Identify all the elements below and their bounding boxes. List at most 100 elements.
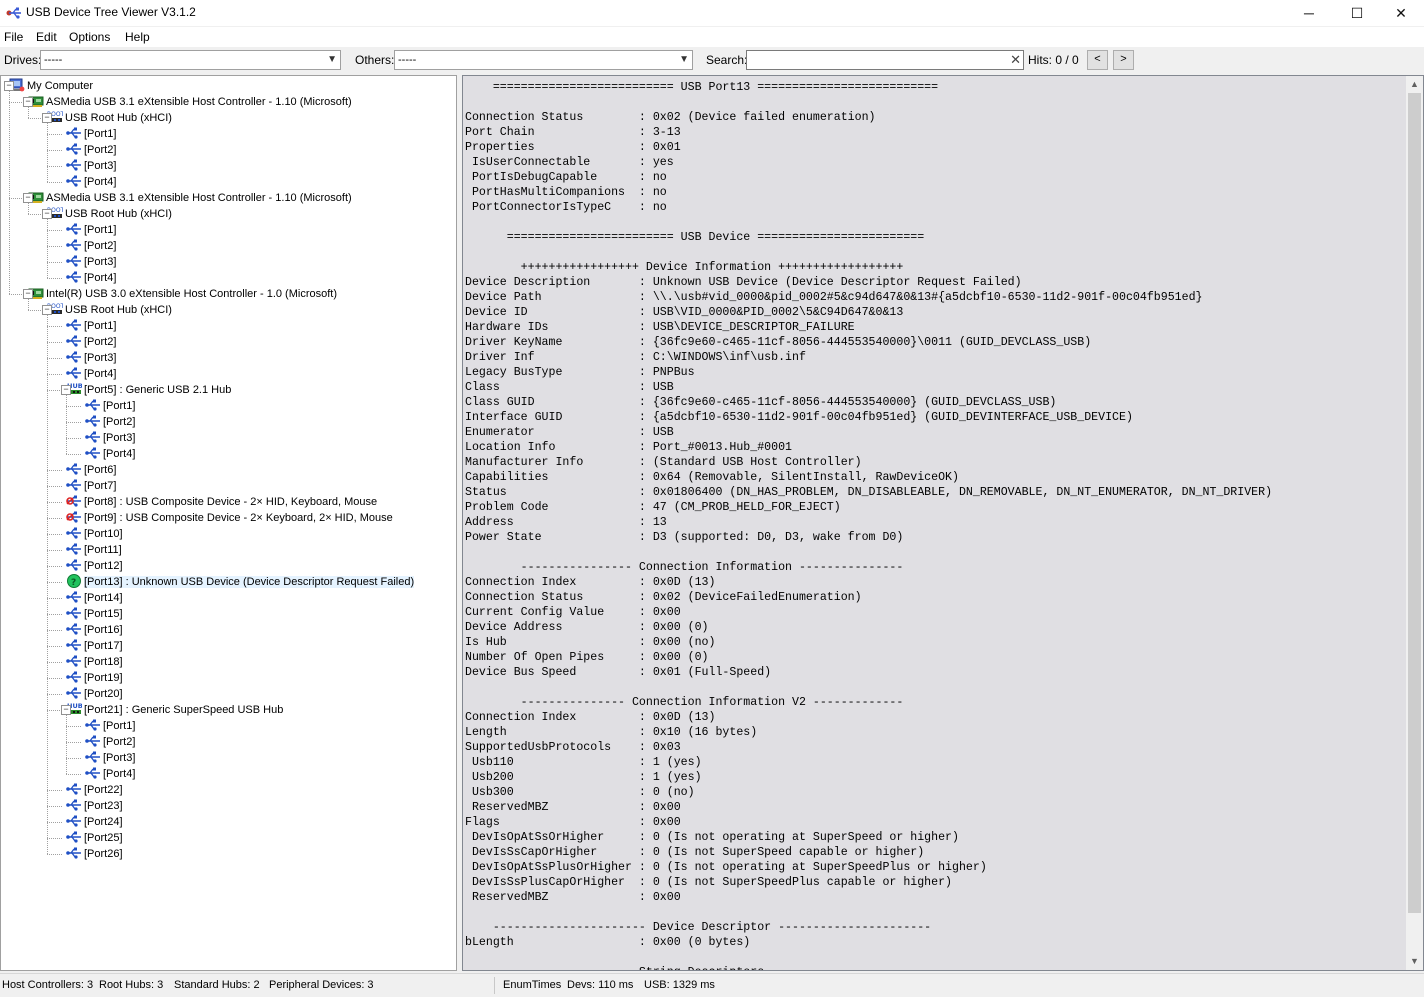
minimize-button[interactable]: ─ [1286,0,1332,26]
tree-item[interactable]: [Port8] : USB Composite Device - 2× HID,… [66,494,377,510]
tree-item[interactable]: [Port24] [66,814,123,830]
details-text[interactable]: ========================== USB Port13 ==… [465,80,1405,970]
tree-item[interactable]: ASMedia USB 3.1 eXtensible Host Controll… [28,190,352,206]
details-line: Driver KeyName : {36fc9e60-c465-11cf-805… [465,336,1092,349]
collapse-toggle-icon[interactable]: − [61,705,71,715]
tree-item[interactable]: [Port1] [85,398,135,414]
tree-item[interactable]: [Port1] [85,718,135,734]
tree-item[interactable]: [Port22] [66,782,123,798]
details-panel[interactable]: ========================== USB Port13 ==… [462,75,1424,971]
tree-item[interactable]: [Port1] [66,126,116,142]
details-line: Connection Index : 0x0D (13) [465,711,716,724]
tree-item-label: ASMedia USB 3.1 eXtensible Host Controll… [46,96,352,109]
tree-item[interactable]: [Port23] [66,798,123,814]
details-line [465,215,1405,230]
vertical-scrollbar[interactable]: ▲ ▼ [1406,76,1423,970]
tree-item[interactable]: [Port2] [85,414,135,430]
tree-item-label: [Port3] [84,352,117,365]
details-line [465,680,1405,695]
menu-file[interactable]: File [4,30,23,44]
details-line: Address : 13 [465,516,667,529]
tree-item[interactable]: [Port3] [85,750,135,766]
drives-combo[interactable]: ----- ▼ [40,50,341,70]
tree-item[interactable]: [Port14] [66,590,123,606]
tree-item[interactable]: [Port26] [66,846,123,862]
tree-item[interactable]: ROOT USB Root Hub (xHCI) [47,206,172,222]
tree-item[interactable]: [Port11] [66,542,122,558]
tree-item[interactable]: [Port3] [85,430,135,446]
close-button[interactable]: ✕ [1378,0,1424,26]
tree-connector-line [47,358,62,359]
tree-item[interactable]: [Port4] [85,446,135,462]
tree-item-label: [Port2] [84,144,117,157]
collapse-toggle-icon[interactable]: − [42,305,52,315]
details-line: Manufacturer Info : (Standard USB Host C… [465,456,862,469]
tree-item[interactable]: [Port2] [66,142,116,158]
scroll-up-icon[interactable]: ▲ [1406,76,1423,93]
tree-item[interactable]: [Port3] [66,254,116,270]
tree-item[interactable]: [Port17] [66,638,123,654]
maximize-button[interactable]: ☐ [1334,0,1380,26]
tree-item[interactable]: [Port4] [66,174,116,190]
tree-item[interactable]: My Computer [9,78,93,94]
tree-item[interactable]: ROOT USB Root Hub (xHCI) [47,110,172,126]
tree-connector-line [47,662,62,663]
tree-item[interactable]: [Port2] [66,334,116,350]
scroll-thumb[interactable] [1408,93,1421,913]
tree-item[interactable]: [Port10] [66,526,123,542]
tree-item[interactable]: HUB [Port21] : Generic SuperSpeed USB Hub [66,702,283,718]
collapse-toggle-icon[interactable]: − [23,97,33,107]
menu-edit[interactable]: Edit [36,30,57,44]
tree-item[interactable]: [Port15] [66,606,123,622]
tree-item[interactable]: [Port3] [66,158,116,174]
tree-connector-line [47,838,62,839]
tree-item[interactable]: [Port1] [66,222,116,238]
devs-time: Devs: 110 ms [567,979,634,991]
tree-item[interactable]: [Port25] [66,830,123,846]
tree-item-selected[interactable]: ? [Port13] : Unknown USB Device (Device D… [66,574,415,590]
tree-item[interactable]: [Port9] : USB Composite Device - 2× Keyb… [66,510,393,526]
device-tree[interactable]: My Computer − ASMedia USB 3.1 eXtensible H… [0,75,457,971]
tree-item[interactable]: [Port20] [66,686,123,702]
tree-connector-line [47,518,62,519]
details-line: Interface GUID : {a5dcbf10-6530-11d2-901… [465,411,1133,424]
tree-item[interactable]: [Port2] [85,734,135,750]
tree-item[interactable]: [Port1] [66,318,116,334]
collapse-toggle-icon[interactable]: − [61,385,71,395]
tree-item[interactable]: [Port12] [66,558,123,574]
tree-item[interactable]: Intel(R) USB 3.0 eXtensible Host Control… [28,286,337,302]
tree-item[interactable]: ASMedia USB 3.1 eXtensible Host Controll… [28,94,352,110]
collapse-toggle-icon[interactable]: − [42,209,52,219]
collapse-toggle-icon[interactable]: − [23,289,33,299]
tree-item[interactable]: [Port4] [66,366,116,382]
tree-item[interactable]: [Port3] [66,350,116,366]
tree-item[interactable]: [Port4] [66,270,116,286]
scroll-down-icon[interactable]: ▼ [1406,953,1423,970]
tree-item[interactable]: [Port4] [85,766,135,782]
tree-item[interactable]: [Port19] [66,670,123,686]
details-line: ======================== USB Device ====… [465,231,925,244]
collapse-toggle-icon[interactable]: − [4,81,14,91]
next-hit-button[interactable]: > [1113,50,1134,70]
collapse-toggle-icon[interactable]: − [23,193,33,203]
previous-hit-button[interactable]: < [1087,50,1108,70]
tree-item-label: [Port21] : Generic SuperSpeed USB Hub [84,704,284,717]
collapse-toggle-icon[interactable]: − [42,113,52,123]
tree-item[interactable]: HUB [Port5] : Generic USB 2.1 Hub [66,382,231,398]
tree-item[interactable]: [Port16] [66,622,123,638]
tree-item[interactable]: [Port2] [66,238,116,254]
tree-connector-line [47,390,62,391]
others-combo[interactable]: ----- ▼ [394,50,693,70]
tree-item[interactable]: ROOT USB Root Hub (xHCI) [47,302,172,318]
search-input[interactable]: ✕ [746,50,1024,70]
tree-connector-line [9,294,24,295]
tree-item[interactable]: [Port7] [66,478,116,494]
tree-connector-line [47,166,62,167]
clear-search-icon[interactable]: ✕ [1010,51,1021,69]
tree-item[interactable]: [Port18] [66,654,123,670]
menu-options[interactable]: Options [69,30,110,44]
usb-port-icon [66,238,82,252]
tree-item[interactable]: [Port6] [66,462,116,478]
tree-connector-line [47,342,62,343]
menu-help[interactable]: Help [125,30,150,44]
